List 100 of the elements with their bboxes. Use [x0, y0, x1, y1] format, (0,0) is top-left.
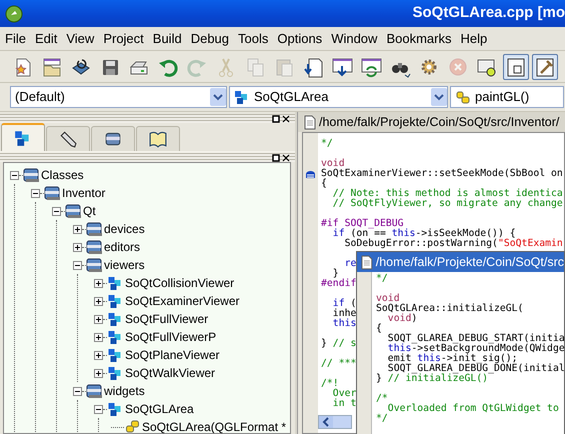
layout-window-icon	[505, 56, 527, 78]
panel-tab[interactable]	[136, 126, 180, 151]
close-icon[interactable]	[282, 114, 290, 122]
menu-item[interactable]: Edit	[34, 28, 58, 48]
open-folder-icon	[41, 56, 63, 78]
code-line: // Note: this method is almost identica	[332, 189, 563, 199]
float-icon[interactable]	[272, 114, 280, 122]
code-line: if (	[332, 297, 356, 309]
dock-grip-bar[interactable]	[0, 153, 295, 162]
code-line: // ***	[321, 357, 356, 369]
panel-tab[interactable]	[46, 126, 90, 151]
horizontal-scrollbar[interactable]	[318, 415, 352, 429]
menu-item[interactable]: Options	[277, 28, 322, 48]
menu-item[interactable]: Debug	[190, 28, 230, 48]
code-line: */	[376, 414, 388, 424]
tree-item[interactable]: SoQtCollisionViewer	[125, 274, 234, 292]
combo-value: paintGL()	[475, 88, 530, 106]
close-icon[interactable]	[282, 154, 290, 162]
scroll-left-icon[interactable]	[319, 416, 333, 428]
expander-icon[interactable]	[52, 206, 61, 216]
menu-item[interactable]: View	[66, 28, 94, 48]
menu-item[interactable]: Tools	[238, 28, 268, 48]
combo-box[interactable]: paintGL()	[450, 86, 564, 108]
dock-grip-bar[interactable]	[0, 114, 295, 123]
expander-icon[interactable]	[10, 170, 19, 180]
code-line: SoDebugError::postWarning("SoQtExamin	[344, 239, 563, 249]
toolbar-button[interactable]	[532, 54, 558, 80]
tree-item[interactable]: SoQtFullViewer	[125, 310, 208, 328]
method-icon	[455, 89, 471, 105]
tree-item[interactable]: SoQtFullViewerP	[125, 328, 216, 346]
combo-value: (Default)	[15, 88, 65, 106]
folder-icon	[65, 203, 82, 219]
document-icon	[361, 254, 373, 270]
menu-item[interactable]: Bookmarks	[386, 28, 452, 48]
code-line: */	[321, 139, 333, 149]
tree-item[interactable]: viewers	[104, 256, 145, 274]
code-line: } // s	[321, 337, 356, 349]
expander-icon[interactable]	[73, 386, 82, 396]
hammer-window-icon	[534, 56, 556, 78]
toolbar-button[interactable]	[503, 54, 529, 80]
tree-item[interactable]: SoQtPlaneViewer	[125, 346, 220, 364]
code-line: void	[376, 292, 400, 304]
file-path: /home/falk/Projekte/Coin/SoQt/src/Inventor/	[319, 114, 560, 131]
folder-icon	[86, 239, 103, 255]
combo-box[interactable]: (Default)	[10, 86, 227, 108]
expander-icon[interactable]	[94, 368, 103, 378]
expander-icon[interactable]	[94, 314, 103, 324]
expander-icon[interactable]	[73, 224, 82, 234]
menu-item[interactable]: Project	[103, 28, 144, 48]
code-line: void	[321, 157, 345, 169]
expander-icon[interactable]	[94, 332, 103, 342]
folder-icon	[104, 130, 122, 148]
code-line: */	[376, 274, 388, 284]
tree-item[interactable]: SoQtWalkViewer	[125, 364, 216, 382]
method-icon	[124, 419, 141, 433]
stop-icon	[447, 56, 469, 78]
folder-icon	[86, 221, 103, 237]
tree-item[interactable]: Classes	[41, 166, 84, 184]
code-line: Over	[332, 389, 356, 399]
menu-item[interactable]: Build	[152, 28, 182, 48]
code-line: SoQtGLArea::initializeGL(	[376, 304, 524, 314]
expander-icon[interactable]	[73, 242, 82, 252]
tree-item[interactable]: Qt	[83, 202, 96, 220]
window-refresh-icon	[360, 56, 382, 78]
code-line: re	[344, 257, 356, 269]
code-line: emit this->init_sig();	[386, 354, 518, 364]
expander-icon[interactable]	[94, 350, 103, 360]
expander-icon[interactable]	[94, 278, 103, 288]
window-title: SoQtGLArea.cpp [mo	[412, 3, 565, 24]
code-line: #if SOQT_DEBUG	[321, 217, 404, 229]
expander-icon[interactable]	[94, 404, 103, 414]
tree-item[interactable]: editors	[104, 238, 140, 256]
code-line: /*!	[321, 377, 339, 389]
pencil-icon	[59, 130, 77, 148]
tree-item[interactable]: SoQtGLArea	[125, 400, 194, 418]
code-line: in t	[332, 399, 356, 409]
panel-tab[interactable]	[1, 123, 45, 151]
menu-item[interactable]: Help	[460, 28, 488, 48]
tree-item[interactable]: devices	[104, 220, 145, 238]
classes-icon	[234, 89, 250, 105]
tree-item[interactable]: Inventor	[62, 184, 106, 202]
panel-tab[interactable]	[91, 126, 135, 151]
combo-box[interactable]: SoQtGLArea	[229, 86, 448, 108]
code-line: SOQT_GLAREA_DEBUG_DONE(initial	[386, 364, 564, 374]
book-icon	[149, 130, 167, 148]
expander-icon[interactable]	[73, 260, 82, 270]
code-line: {	[376, 324, 382, 334]
code-line: #endif	[321, 279, 356, 289]
menu-item[interactable]: File	[5, 28, 26, 48]
code-line: // SoQtFlyViewer, so migrate any change	[332, 199, 563, 209]
expander-icon[interactable]	[31, 188, 40, 198]
code-line: SOQT_GLAREA_DEBUG_START(initia	[386, 334, 564, 344]
expander-icon[interactable]	[94, 296, 103, 306]
tree-item[interactable]: SoQtExaminerViewer	[125, 292, 240, 310]
tree-item[interactable]: widgets	[104, 382, 145, 400]
folder-icon	[23, 167, 40, 183]
float-icon[interactable]	[272, 154, 280, 162]
code-line: /*	[376, 392, 388, 404]
code-line: } // initializeGL()	[376, 374, 488, 384]
menu-item[interactable]: Window	[331, 28, 378, 48]
